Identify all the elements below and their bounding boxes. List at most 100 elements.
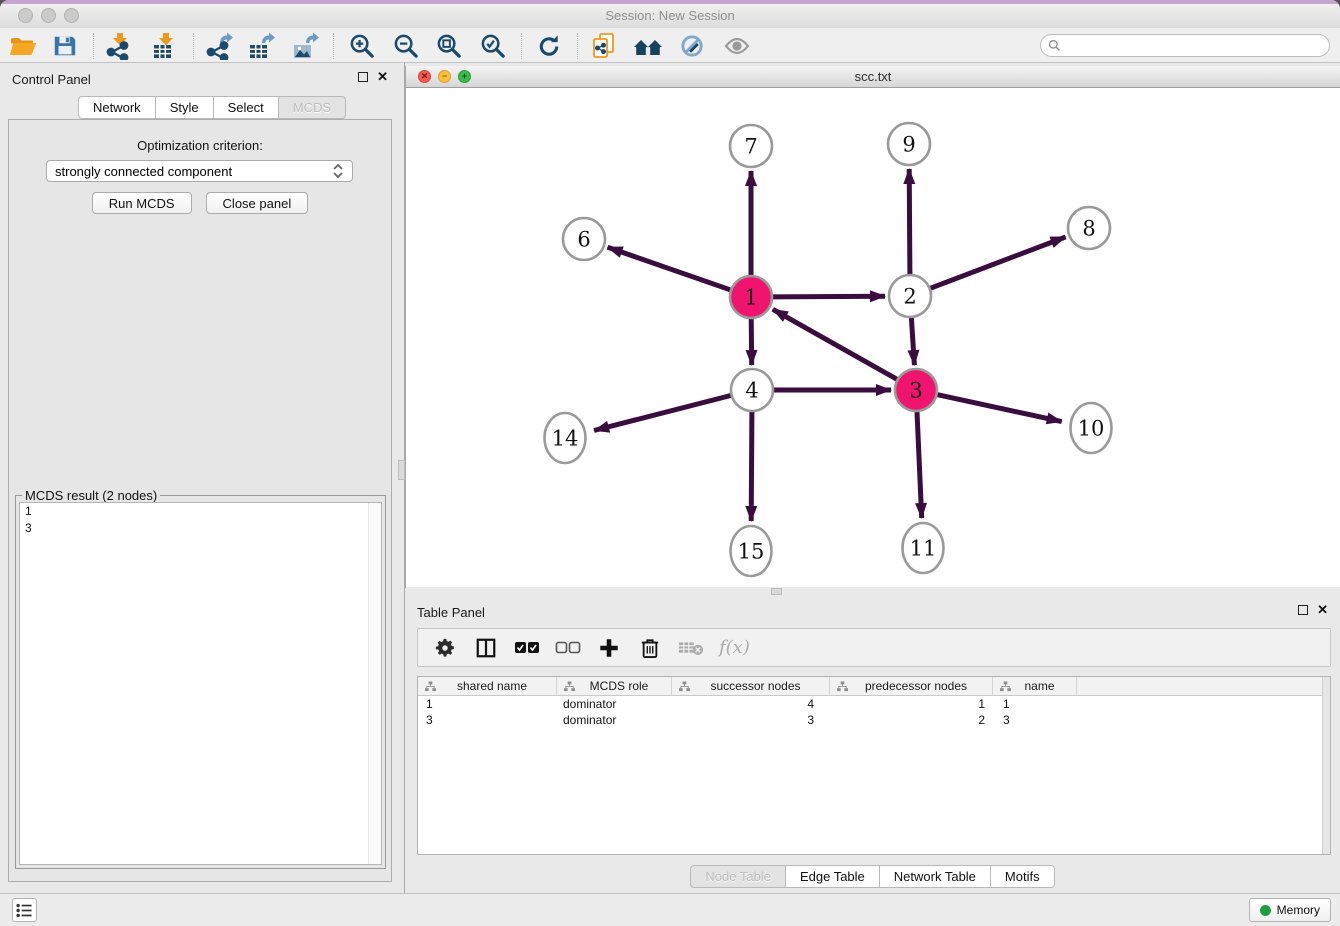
table-cell[interactable]: dominator (557, 696, 672, 712)
table-cell[interactable]: 1 (830, 696, 993, 712)
function-builder-icon[interactable]: f(x) (719, 637, 750, 658)
float-panel-icon[interactable] (358, 72, 368, 82)
table-header-row: shared nameMCDS rolesuccessor nodesprede… (418, 677, 1330, 696)
tab-edge-table[interactable]: Edge Table (786, 865, 880, 888)
edge-2-8[interactable] (931, 237, 1066, 288)
table-cell[interactable]: 3 (672, 712, 830, 728)
edge-2-9[interactable] (909, 169, 910, 274)
network-graph: 7 9 6 8 1 2 4 3 14 10 15 11 (406, 88, 1340, 587)
search-input[interactable] (1065, 39, 1329, 53)
export-image-icon[interactable] (290, 31, 320, 61)
node-3[interactable]: 3 (895, 369, 937, 411)
export-network-icon[interactable] (204, 31, 234, 61)
table-cell[interactable]: dominator (557, 712, 672, 728)
node-6[interactable]: 6 (563, 218, 605, 260)
network-titlebar[interactable]: ✕ − + scc.txt (406, 66, 1340, 88)
column-view-icon[interactable] (473, 635, 499, 661)
table-cell[interactable]: 4 (672, 696, 830, 712)
edge-2-3[interactable] (911, 318, 914, 365)
mcds-result-group: MCDS result (2 nodes) 13 (15, 495, 386, 869)
close-panel-icon[interactable]: ✕ (377, 71, 388, 83)
settings-gear-icon[interactable] (432, 635, 458, 661)
table-cell[interactable]: 3 (993, 712, 1077, 728)
edge-3-10[interactable] (938, 395, 1062, 422)
node-1[interactable]: 1 (730, 276, 772, 318)
node-9[interactable]: 9 (888, 123, 930, 165)
save-session-icon[interactable] (50, 31, 80, 61)
column-header-shared-name[interactable]: shared name (418, 677, 557, 695)
preview-eye-icon[interactable] (722, 31, 752, 61)
edge-4-14[interactable] (594, 396, 731, 431)
node-11[interactable]: 11 (903, 523, 944, 573)
refresh-icon[interactable] (534, 31, 564, 61)
zoom-fit-icon[interactable] (434, 31, 464, 61)
mcds-result-item[interactable]: 3 (20, 520, 381, 537)
delete-column-icon[interactable] (678, 635, 704, 661)
float-table-panel-icon[interactable] (1298, 605, 1308, 615)
memory-label: Memory (1277, 903, 1320, 917)
tab-mcds[interactable]: MCDS (279, 96, 346, 119)
unselect-all-columns-icon[interactable] (555, 635, 581, 661)
zoom-selected-icon[interactable] (478, 31, 508, 61)
edge-3-1[interactable] (773, 309, 897, 379)
edge-4-15[interactable] (751, 412, 752, 521)
tab-network-table[interactable]: Network Table (880, 865, 991, 888)
node-table[interactable]: shared nameMCDS rolesuccessor nodesprede… (417, 676, 1331, 855)
node-4[interactable]: 4 (731, 369, 773, 411)
toolbar-separator (93, 33, 94, 59)
task-history-button[interactable] (12, 898, 37, 922)
duplicate-network-icon[interactable] (590, 31, 620, 61)
search-field[interactable] (1040, 34, 1330, 57)
tab-motifs[interactable]: Motifs (991, 865, 1055, 888)
node-2[interactable]: 2 (889, 275, 931, 317)
node-15[interactable]: 15 (731, 526, 772, 576)
mcds-result-item[interactable]: 1 (20, 503, 381, 520)
open-session-icon[interactable] (8, 31, 38, 61)
table-cell[interactable]: 3 (418, 712, 557, 728)
column-header-name[interactable]: name (993, 677, 1077, 695)
column-header-successor-nodes[interactable]: successor nodes (672, 677, 830, 695)
tab-select[interactable]: Select (214, 96, 279, 119)
edge-1-6[interactable] (608, 247, 731, 290)
run-mcds-button[interactable]: Run MCDS (92, 192, 192, 214)
add-column-icon[interactable] (596, 635, 622, 661)
table-row[interactable]: 3dominator323 (418, 712, 1330, 728)
application-window: Session: New Session (0, 0, 1340, 926)
node-10[interactable]: 10 (1071, 403, 1112, 453)
table-row[interactable]: 1dominator411 (418, 696, 1330, 712)
node-14[interactable]: 14 (545, 413, 586, 463)
node-8[interactable]: 8 (1068, 207, 1110, 249)
table-cell[interactable]: 1 (993, 696, 1077, 712)
optimization-criterion-dropdown[interactable]: strongly connected component (46, 160, 353, 182)
result-scrollbar[interactable] (368, 503, 381, 864)
edge-3-11[interactable] (917, 412, 922, 518)
delete-row-icon[interactable] (637, 635, 663, 661)
table-cell[interactable]: 2 (830, 712, 993, 728)
tab-node-table[interactable]: Node Table (690, 865, 786, 888)
column-header-predecessor-nodes[interactable]: predecessor nodes (830, 677, 993, 695)
export-table-icon[interactable] (246, 31, 276, 61)
vertical-splitter-handle[interactable] (398, 460, 405, 480)
hide-graphics-details-icon[interactable] (677, 31, 707, 61)
close-panel-button[interactable]: Close panel (206, 192, 309, 214)
horizontal-splitter-handle[interactable] (771, 588, 782, 595)
edge-1-4[interactable] (751, 319, 752, 365)
column-header-MCDS-role[interactable]: MCDS role (557, 677, 672, 695)
zoom-in-icon[interactable] (347, 31, 377, 61)
close-table-panel-icon[interactable]: ✕ (1317, 604, 1328, 616)
node-7[interactable]: 7 (730, 125, 772, 167)
memory-button[interactable]: Memory (1249, 898, 1331, 922)
edge-1-2[interactable] (773, 296, 885, 297)
home-icon[interactable] (633, 31, 663, 61)
select-all-columns-icon[interactable] (514, 635, 540, 661)
network-canvas[interactable]: 7 9 6 8 1 2 4 3 14 10 15 11 (406, 88, 1340, 587)
tab-network[interactable]: Network (78, 96, 156, 119)
import-network-icon[interactable] (104, 31, 134, 61)
tab-style[interactable]: Style (156, 96, 214, 119)
mcds-result-list[interactable]: 13 (19, 502, 382, 865)
zoom-out-icon[interactable] (391, 31, 421, 61)
import-table-icon[interactable] (150, 31, 180, 61)
table-cell[interactable]: 1 (418, 696, 557, 712)
table-scrollbar[interactable] (1322, 677, 1330, 854)
table-toolbar: f(x) (417, 628, 1331, 667)
